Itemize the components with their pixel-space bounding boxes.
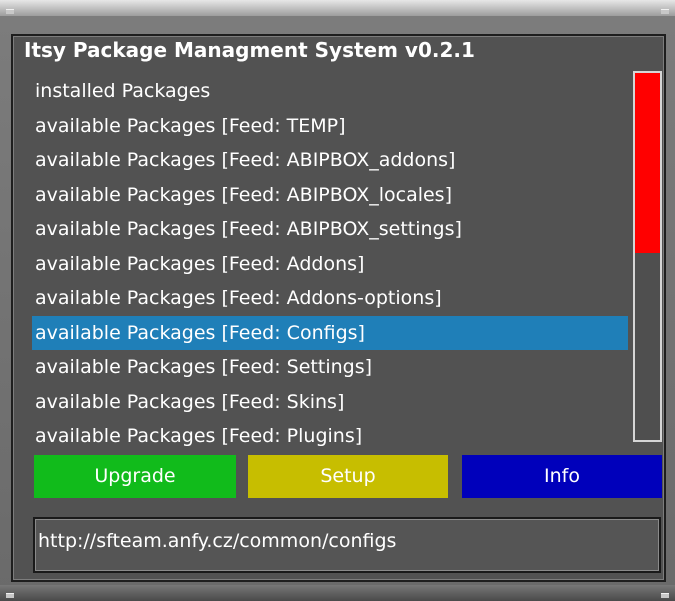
top-left-corner-mark bbox=[6, 9, 14, 14]
package-list-item[interactable]: available Packages [Feed: ABIPBOX_addons… bbox=[32, 143, 628, 178]
title-bar-strip bbox=[0, 0, 675, 16]
info-button[interactable]: Info bbox=[462, 455, 662, 498]
package-list-item[interactable]: available Packages [Feed: Addons] bbox=[32, 247, 628, 282]
bottom-left-corner-mark bbox=[6, 593, 14, 598]
package-list-item[interactable]: installed Packages bbox=[32, 74, 628, 109]
bottom-bar-strip bbox=[0, 585, 675, 601]
scrollbar[interactable] bbox=[633, 71, 662, 442]
scrollbar-thumb[interactable] bbox=[635, 73, 660, 253]
upgrade-button[interactable]: Upgrade bbox=[34, 455, 236, 498]
package-list-item-selected[interactable]: available Packages [Feed: Configs] bbox=[32, 315, 628, 350]
package-list-item[interactable]: available Packages [Feed: ABIPBOX_settin… bbox=[32, 212, 628, 247]
feed-url-text: http://sfteam.anfy.cz/common/configs bbox=[38, 530, 397, 552]
package-list-item[interactable]: available Packages [Feed: Skins] bbox=[32, 385, 628, 420]
top-right-corner-mark bbox=[661, 9, 669, 14]
setup-button[interactable]: Setup bbox=[248, 455, 448, 498]
package-list-item[interactable]: available Packages [Feed: ABIPBOX_locale… bbox=[32, 178, 628, 213]
package-list-item[interactable]: available Packages [Feed: Plugins] bbox=[32, 419, 628, 454]
package-list-item[interactable]: available Packages [Feed: Addons-options… bbox=[32, 281, 628, 316]
window-title: Itsy Package Managment System v0.2.1 bbox=[24, 38, 475, 62]
package-list-item[interactable]: available Packages [Feed: Settings] bbox=[32, 350, 628, 385]
package-list-item[interactable]: available Packages [Feed: TEMP] bbox=[32, 109, 628, 144]
bottom-right-corner-mark bbox=[661, 593, 669, 598]
package-list[interactable]: installed Packages available Packages [Fe… bbox=[32, 74, 628, 454]
